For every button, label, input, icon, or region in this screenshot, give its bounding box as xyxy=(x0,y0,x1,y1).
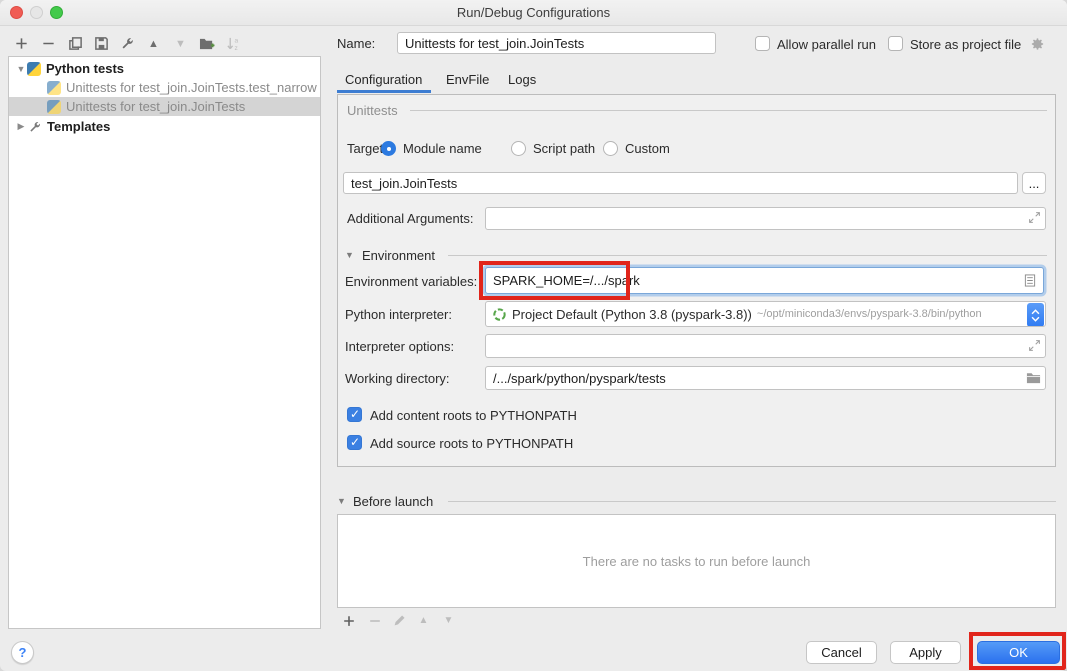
add-icon[interactable] xyxy=(13,35,30,52)
help-button[interactable]: ? xyxy=(11,641,34,664)
target-module-name-radio[interactable] xyxy=(381,141,396,156)
move-down-icon: ▼ xyxy=(172,35,189,52)
additional-arguments-input[interactable] xyxy=(485,207,1046,230)
ok-button[interactable]: OK xyxy=(977,641,1060,664)
expand-field-icon[interactable] xyxy=(1028,339,1041,352)
python-config-icon xyxy=(47,100,61,114)
target-custom-radio[interactable] xyxy=(603,141,618,156)
environment-section-line xyxy=(448,255,1047,256)
add-task-icon[interactable] xyxy=(340,612,357,629)
store-as-project-file-label: Store as project file xyxy=(910,37,1021,52)
window-title: Run/Debug Configurations xyxy=(0,5,1067,20)
move-task-up-icon: ▲ xyxy=(415,612,432,629)
target-script-path-radio[interactable] xyxy=(511,141,526,156)
active-tab-underline xyxy=(337,90,431,93)
name-input[interactable] xyxy=(397,32,716,54)
configurations-tree: ▼ Python tests Unittests for test_join.J… xyxy=(8,56,321,629)
apply-button[interactable]: Apply xyxy=(890,641,961,664)
additional-arguments-label: Additional Arguments: xyxy=(347,211,473,226)
svg-text:z: z xyxy=(234,45,237,51)
tree-item-unittests-jointests[interactable]: Unittests for test_join.JoinTests xyxy=(9,97,320,116)
save-icon[interactable] xyxy=(93,35,110,52)
add-source-roots-label: Add source roots to PYTHONPATH xyxy=(370,436,573,451)
before-launch-collapse-icon[interactable]: ▼ xyxy=(337,496,346,506)
python-interpreter-path: ~/opt/miniconda3/envs/pyspark-3.8/bin/py… xyxy=(757,308,982,320)
run-debug-configurations-dialog: Run/Debug Configurations ▲ ▼ az ▼ Python… xyxy=(0,0,1067,671)
environment-section-title: Environment xyxy=(362,248,435,263)
python-tests-icon xyxy=(27,62,41,76)
new-folder-icon[interactable] xyxy=(198,35,215,52)
folder-icon[interactable] xyxy=(1026,371,1041,384)
working-directory-input[interactable] xyxy=(485,366,1046,390)
titlebar: Run/Debug Configurations xyxy=(0,0,1067,26)
edit-templates-wrench-icon[interactable] xyxy=(119,35,136,52)
environment-collapse-icon[interactable]: ▼ xyxy=(345,250,354,260)
dropdown-stepper-icon[interactable] xyxy=(1027,303,1044,327)
module-name-input[interactable] xyxy=(343,172,1018,194)
cancel-button[interactable]: Cancel xyxy=(806,641,877,664)
python-interpreter-dropdown[interactable]: Project Default (Python 3.8 (pyspark-3.8… xyxy=(485,301,1046,327)
before-launch-tasks-box: There are no tasks to run before launch xyxy=(337,514,1056,608)
chevron-down-icon[interactable]: ▼ xyxy=(15,64,27,74)
no-tasks-text: There are no tasks to run before launch xyxy=(583,554,811,569)
environment-variables-label: Environment variables: xyxy=(345,274,477,289)
tab-envfile[interactable]: EnvFile xyxy=(446,72,489,87)
sort-alphabetically-icon: az xyxy=(225,35,242,52)
browse-button[interactable]: ... xyxy=(1022,172,1046,194)
target-script-path-label[interactable]: Script path xyxy=(533,141,595,156)
move-task-down-icon: ▼ xyxy=(440,612,457,629)
edit-task-pencil-icon xyxy=(391,612,408,629)
environment-variables-input[interactable] xyxy=(485,267,1044,294)
store-as-project-file-checkbox[interactable] xyxy=(888,36,903,51)
target-custom-label[interactable]: Custom xyxy=(625,141,670,156)
python-interpreter-value: Project Default (Python 3.8 (pyspark-3.8… xyxy=(512,307,752,322)
allow-parallel-run-checkbox[interactable] xyxy=(755,36,770,51)
move-up-icon[interactable]: ▲ xyxy=(145,35,162,52)
working-directory-label: Working directory: xyxy=(345,371,450,386)
env-vars-editor-icon[interactable] xyxy=(1024,274,1036,287)
add-source-roots-checkbox[interactable] xyxy=(347,435,362,450)
svg-text:a: a xyxy=(234,38,238,45)
target-module-name-label[interactable]: Module name xyxy=(403,141,482,156)
tree-item-unittests-test-narrow[interactable]: Unittests for test_join.JoinTests.test_n… xyxy=(9,78,320,97)
expand-field-icon[interactable] xyxy=(1028,211,1041,224)
templates-wrench-icon xyxy=(27,119,42,134)
interpreter-options-input[interactable] xyxy=(485,334,1046,358)
allow-parallel-run-label: Allow parallel run xyxy=(777,37,876,52)
add-content-roots-label: Add content roots to PYTHONPATH xyxy=(370,408,577,423)
tab-configuration[interactable]: Configuration xyxy=(345,72,422,87)
before-launch-section-line xyxy=(448,501,1056,502)
add-content-roots-checkbox[interactable] xyxy=(347,407,362,422)
tree-item-python-tests[interactable]: ▼ Python tests xyxy=(9,59,320,78)
tab-logs[interactable]: Logs xyxy=(508,72,536,87)
interpreter-options-label: Interpreter options: xyxy=(345,339,454,354)
remove-icon[interactable] xyxy=(40,35,57,52)
gear-icon[interactable] xyxy=(1030,36,1045,51)
python-config-icon xyxy=(47,81,61,95)
unittests-section-line xyxy=(410,110,1047,111)
copy-icon[interactable] xyxy=(67,35,84,52)
python-interpreter-label: Python interpreter: xyxy=(345,307,452,322)
unittests-section-title: Unittests xyxy=(347,103,398,118)
remove-task-icon xyxy=(366,612,383,629)
tree-item-templates[interactable]: ▶ Templates xyxy=(9,117,320,136)
chevron-right-icon[interactable]: ▶ xyxy=(15,121,27,132)
name-label: Name: xyxy=(337,36,375,51)
before-launch-section-title: Before launch xyxy=(353,494,433,509)
python-interpreter-icon xyxy=(492,307,507,322)
